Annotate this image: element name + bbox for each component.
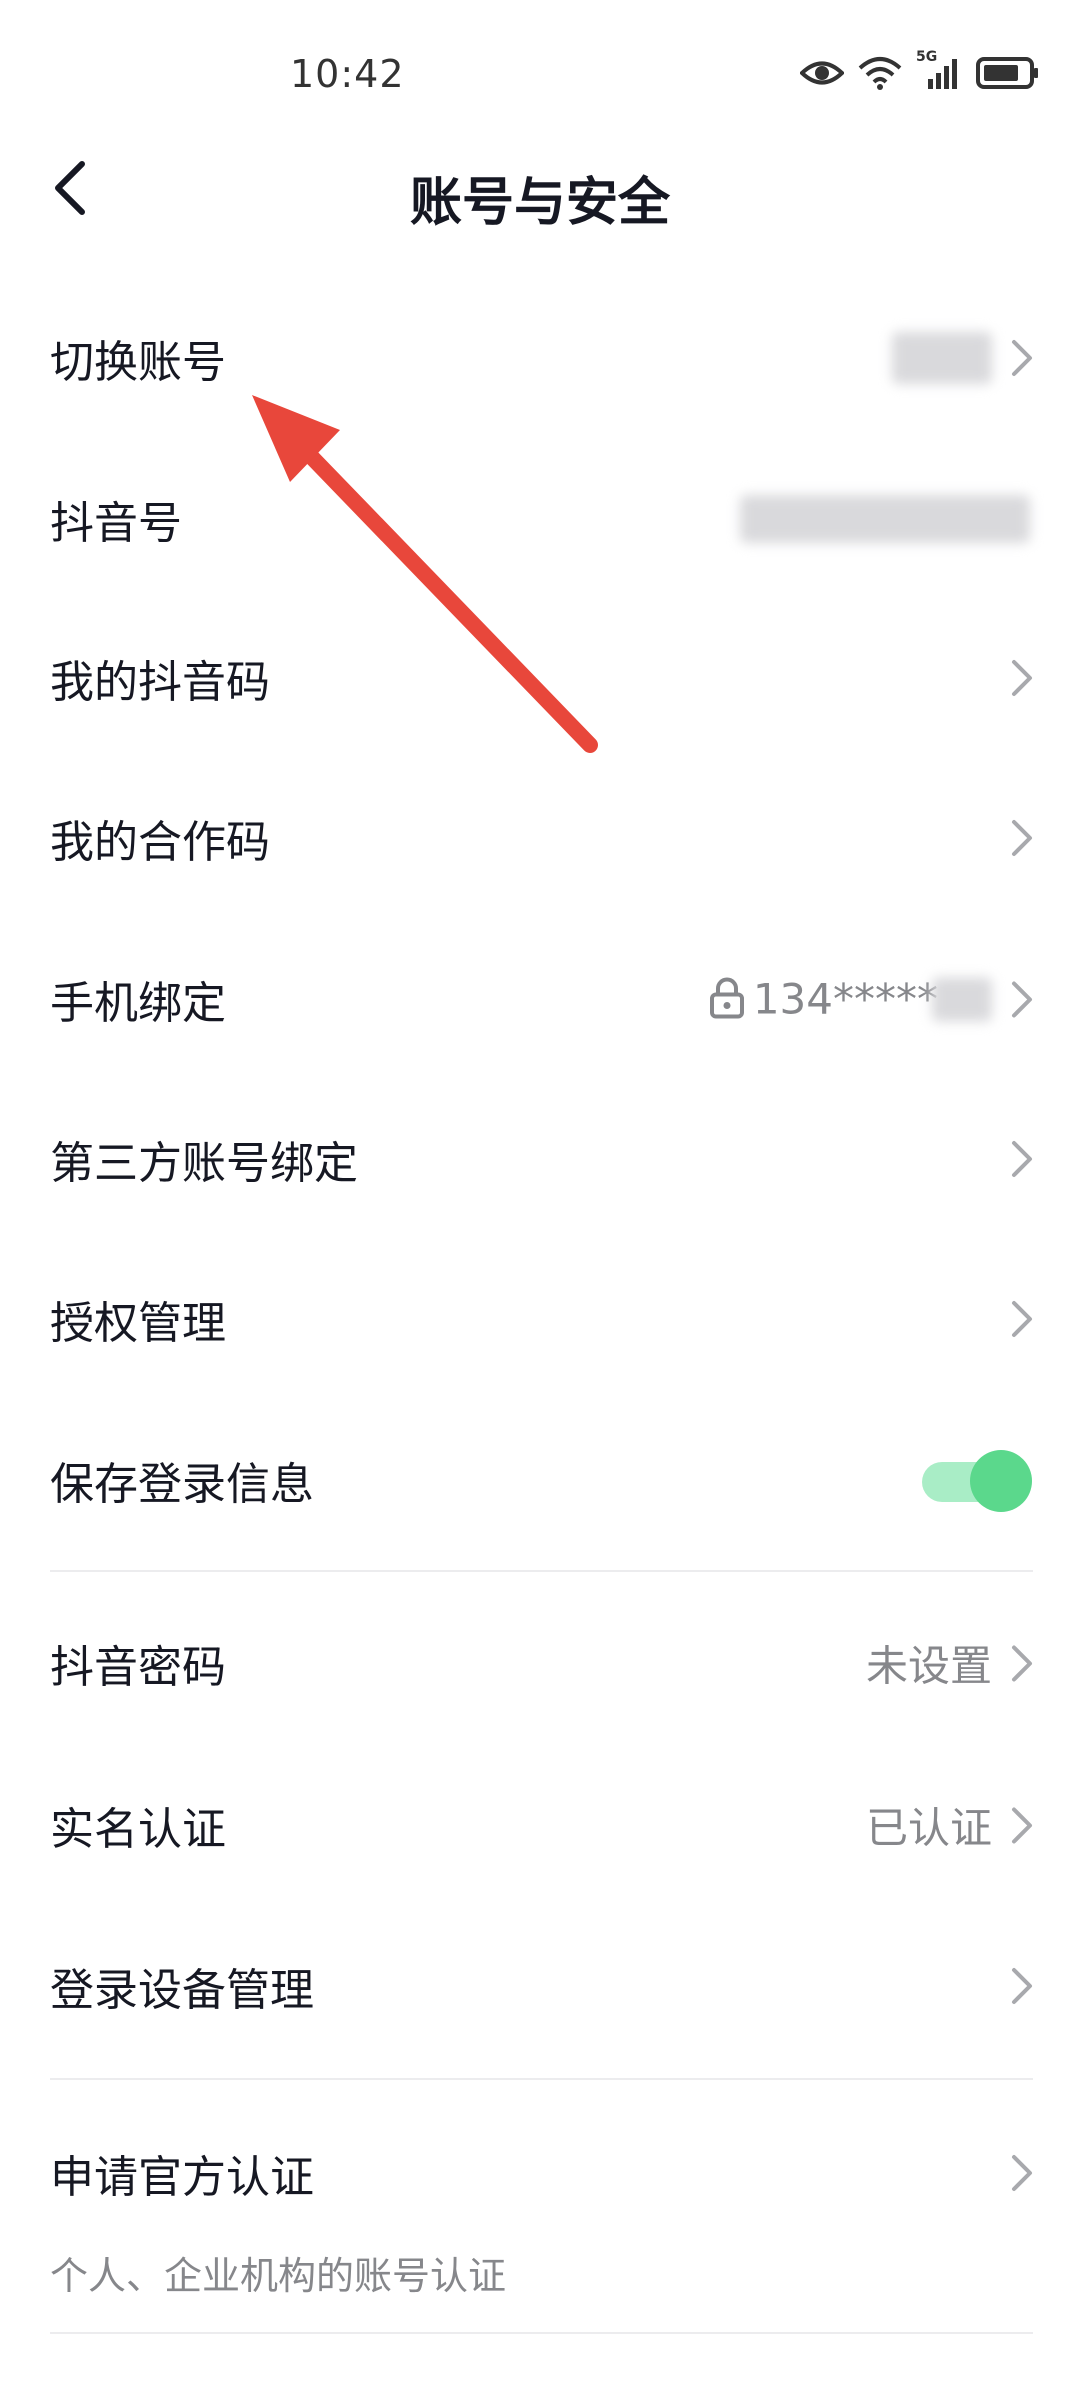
row-my-cooperation-code[interactable]: 我的合作码 <box>0 758 1080 918</box>
chevron-right-icon <box>1010 1643 1034 1683</box>
toggle-knob <box>970 1450 1032 1512</box>
row-right <box>1010 1966 1034 2006</box>
row-label: 我的合作码 <box>50 817 270 868</box>
row-label: 授权管理 <box>50 1298 226 1349</box>
row-label: 抖音号 <box>50 498 182 549</box>
row-right <box>892 332 1034 384</box>
chevron-right-icon <box>1010 338 1034 378</box>
row-label: 实名认证 <box>50 1804 226 1855</box>
row-third-party-binding[interactable]: 第三方账号绑定 <box>0 1079 1080 1239</box>
row-label: 第三方账号绑定 <box>50 1138 358 1189</box>
row-right <box>1010 1139 1034 1179</box>
row-right <box>1010 818 1034 858</box>
row-right <box>1010 2153 1034 2193</box>
phone-number-masked: 134***** <box>752 974 938 1024</box>
header: 账号与安全 <box>0 140 1080 240</box>
row-label: 申请官方认证 <box>50 2152 314 2203</box>
chevron-right-icon <box>1010 1139 1034 1179</box>
row-label: 切换账号 <box>50 337 226 388</box>
chevron-right-icon <box>1010 818 1034 858</box>
row-right: 已认证 <box>866 1795 1034 1856</box>
section-divider <box>50 1570 1033 1572</box>
account-security-screen: 10:42 5G 账号与安全 切换账号 抖音号 我的抖音码 我的合作码 手机绑定… <box>0 0 1080 2400</box>
status-time: 10:42 <box>290 52 405 96</box>
row-apply-official-verification[interactable]: 申请官方认证 个人、企业机构的账号认证 <box>0 2090 1080 2330</box>
row-right <box>1010 1299 1034 1339</box>
chevron-right-icon <box>1010 2153 1034 2193</box>
row-douyin-password[interactable]: 抖音密码 未设置 <box>0 1583 1080 1743</box>
row-right: 未设置 <box>866 1633 1034 1694</box>
page-title: 账号与安全 <box>409 173 670 233</box>
row-right <box>922 1450 1032 1512</box>
status-bar: 10:42 5G <box>0 0 1080 160</box>
row-label: 抖音密码 <box>50 1642 226 1693</box>
row-label: 保存登录信息 <box>50 1459 314 1510</box>
row-real-name-verification[interactable]: 实名认证 已认证 <box>0 1745 1080 1905</box>
blurred-phone-suffix <box>932 977 992 1021</box>
chevron-right-icon <box>1010 658 1034 698</box>
row-label: 登录设备管理 <box>50 1965 314 2016</box>
chevron-right-icon <box>1010 1966 1034 2006</box>
blurred-avatar <box>892 332 992 384</box>
row-label: 手机绑定 <box>50 978 226 1029</box>
row-switch-account[interactable]: 切换账号 <box>0 278 1080 438</box>
row-login-device-management[interactable]: 登录设备管理 <box>0 1906 1080 2066</box>
eye-icon <box>800 58 844 88</box>
chevron-right-icon <box>1010 1805 1034 1845</box>
phone-number: 134***** <box>753 975 992 1024</box>
row-douyin-id[interactable]: 抖音号 <box>0 439 1080 599</box>
chevron-right-icon <box>1010 1299 1034 1339</box>
row-right <box>1010 658 1034 698</box>
save-login-toggle[interactable] <box>922 1450 1032 1512</box>
row-label: 我的抖音码 <box>50 657 270 708</box>
lock-icon <box>709 976 745 1022</box>
row-phone-binding[interactable]: 手机绑定 134***** <box>0 919 1080 1079</box>
row-sublabel: 个人、企业机构的账号认证 <box>50 2254 507 2298</box>
status-icons: 5G <box>800 49 1040 91</box>
blurred-douyin-id <box>740 495 1030 543</box>
row-my-douyin-code[interactable]: 我的抖音码 <box>0 598 1080 758</box>
section-divider <box>50 2332 1033 2334</box>
battery-icon <box>976 56 1040 90</box>
chevron-right-icon <box>1010 979 1034 1019</box>
row-save-login-info: 保存登录信息 <box>0 1400 1080 1560</box>
row-right <box>740 495 1030 543</box>
row-authorization-management[interactable]: 授权管理 <box>0 1239 1080 1399</box>
wifi-icon <box>858 56 902 90</box>
row-right: 134***** <box>709 975 1034 1024</box>
password-status: 未设置 <box>865 1641 992 1691</box>
section-divider <box>50 2078 1033 2080</box>
verification-status: 已认证 <box>865 1803 992 1853</box>
signal-icon: 5G <box>916 49 962 91</box>
